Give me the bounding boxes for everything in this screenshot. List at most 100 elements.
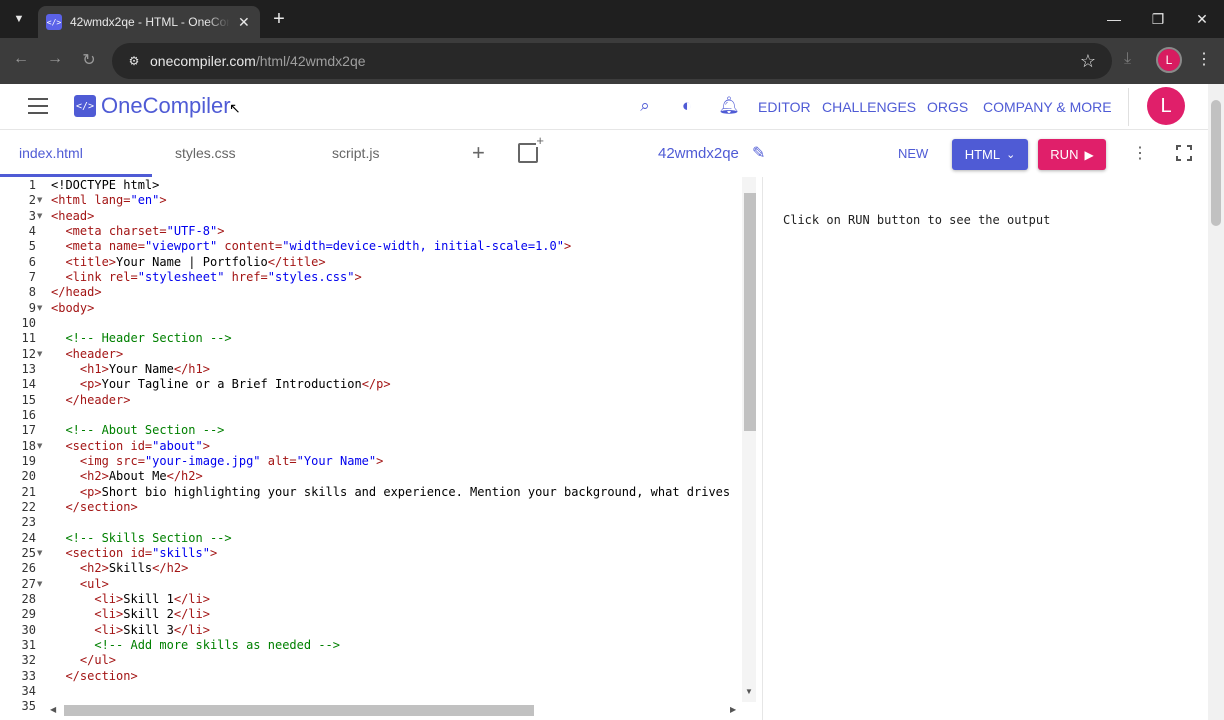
tab-styles-css[interactable]: styles.css [175,145,236,161]
close-window-icon[interactable]: ✕ [1190,8,1214,30]
code-line[interactable]: <!-- Header Section --> [51,331,742,346]
code-line[interactable]: <section id="skills"> [51,546,742,561]
browser-menu-icon[interactable]: ⋮ [1196,49,1212,69]
fold-arrow-icon[interactable]: ▼ [37,347,42,362]
nav-company-more[interactable]: COMPANY & MORE [983,99,1112,115]
code-token: <header> [65,346,124,361]
code-line[interactable]: </header> [51,393,742,408]
code-line[interactable] [51,515,742,530]
code-token: "your-image.jpg" [144,453,261,468]
code-token: <section [65,438,131,453]
page-scroll-thumb[interactable] [1211,100,1221,226]
code-line[interactable]: </head> [51,285,742,300]
code-editor[interactable]: ▼ ◀ ▶ 1 <!DOCTYPE html> 2 ▼ <html lang="en">… [0,177,760,720]
code-line[interactable] [51,316,742,331]
browser-profile-avatar[interactable]: L [1156,47,1182,73]
code-line[interactable]: <p>Short bio highlighting your skills an… [51,485,742,500]
code-line[interactable]: <body> [51,301,742,316]
fold-arrow-icon[interactable]: ▼ [37,439,42,454]
fold-arrow-icon[interactable]: ▼ [37,193,42,208]
new-button[interactable]: NEW [898,146,928,161]
code-token: > [202,438,210,453]
code-line[interactable]: </section> [51,500,742,515]
project-name[interactable]: 42wmdx2qe [658,145,739,162]
tab-index-html[interactable]: index.html [19,145,83,161]
code-token: <link [65,269,109,284]
code-line[interactable]: <li>Skill 2</li> [51,607,742,622]
code-line[interactable]: <link rel="stylesheet" href="styles.css"… [51,270,742,285]
nav-orgs[interactable]: ORGS [927,99,968,115]
scroll-down-arrow-icon[interactable]: ▼ [745,687,753,696]
notifications-bell-icon[interactable]: 🔔︎ [718,96,740,116]
editor-vertical-scroll-thumb[interactable] [744,193,756,431]
code-line[interactable]: <section id="about"> [51,439,742,454]
edit-pencil-icon[interactable]: ✎ [752,143,765,163]
code-line[interactable]: <html lang="en"> [51,193,742,208]
user-avatar[interactable]: L [1147,87,1185,125]
code-line[interactable]: <head> [51,209,742,224]
url-text[interactable]: onecompiler.com/html/42wmdx2qe [150,53,366,69]
fullscreen-icon[interactable] [1176,145,1192,161]
code-token: <body> [51,300,95,315]
add-file-icon[interactable]: + [472,140,485,166]
code-line[interactable]: <!DOCTYPE html> [51,178,742,193]
code-token: src= [116,453,145,468]
code-token: lang= [94,193,131,208]
code-line[interactable]: <h2>About Me</h2> [51,469,742,484]
site-info-icon[interactable]: ⚙ [124,51,144,71]
code-line[interactable]: <title>Your Name | Portfolio</title> [51,255,742,270]
code-line[interactable]: <h1>Your Name</h1> [51,362,742,377]
code-line[interactable]: </section> [51,669,742,684]
fold-arrow-icon[interactable]: ▼ [37,546,42,561]
code-line[interactable]: <h2>Skills</h2> [51,561,742,576]
restore-icon[interactable]: ❐ [1146,8,1170,30]
code-line[interactable]: <ul> [51,577,742,592]
close-tab-icon[interactable]: ✕ [238,14,250,31]
reload-icon[interactable]: ↻ [78,50,100,70]
code-line[interactable]: <p>Your Tagline or a Brief Introduction<… [51,377,742,392]
nav-challenges[interactable]: CHALLENGES [822,99,916,115]
language-select-button[interactable]: HTML ⌄ [952,139,1028,170]
forward-icon[interactable]: → [44,50,66,68]
nav-editor[interactable]: EDITOR [758,99,811,115]
upload-image-icon[interactable] [518,135,544,163]
logo-icon: </> [74,95,96,117]
code-line[interactable] [51,699,742,714]
code-line[interactable]: <li>Skill 3</li> [51,623,742,638]
code-line[interactable]: </ul> [51,653,742,668]
download-icon[interactable]: ⤓ [1124,50,1131,68]
search-icon[interactable]: ⌕ [634,96,656,116]
code-line[interactable] [51,684,742,699]
minimize-icon[interactable]: — [1102,8,1126,30]
new-tab-icon[interactable]: + [268,8,290,30]
more-options-icon[interactable]: ⋮ [1132,143,1148,163]
logo[interactable]: </> OneCompiler [74,93,231,119]
run-button[interactable]: RUN ▶ [1038,139,1106,170]
tab-search-icon[interactable]: ▼ [6,7,32,31]
fold-arrow-icon[interactable]: ▼ [37,301,42,316]
code-line[interactable]: <meta name="viewport" content="width=dev… [51,239,742,254]
fold-arrow-icon[interactable]: ▼ [37,209,42,224]
code-line[interactable]: <!-- About Section --> [51,423,742,438]
code-line[interactable]: <!-- Add more skills as needed --> [51,638,742,653]
bookmark-star-icon[interactable]: ☆ [1080,51,1096,72]
code-line[interactable]: <img src="your-image.jpg" alt="Your Name… [51,454,742,469]
back-icon[interactable]: ← [10,50,32,68]
tab-script-js[interactable]: script.js [332,145,379,161]
code-token: </head> [51,285,102,300]
theme-toggle-icon[interactable]: ◐ [676,96,698,116]
code-line[interactable]: <header> [51,347,742,362]
fold-arrow-icon[interactable]: ▼ [37,577,42,592]
code-line[interactable]: <li>Skill 1</li> [51,592,742,607]
code-line[interactable] [51,408,742,423]
hamburger-menu-icon[interactable] [28,98,48,114]
code-token: "Your Name" [296,453,377,468]
browser-tab[interactable]: </> 42wmdx2qe - HTML - OneCompiler ✕ [38,6,260,38]
address-bar[interactable]: ⚙ onecompiler.com/html/42wmdx2qe ☆ [112,43,1112,79]
line-number: 22 [21,499,36,514]
code-line[interactable]: <meta charset="UTF-8"> [51,224,742,239]
code-line[interactable]: <!-- Skills Section --> [51,531,742,546]
